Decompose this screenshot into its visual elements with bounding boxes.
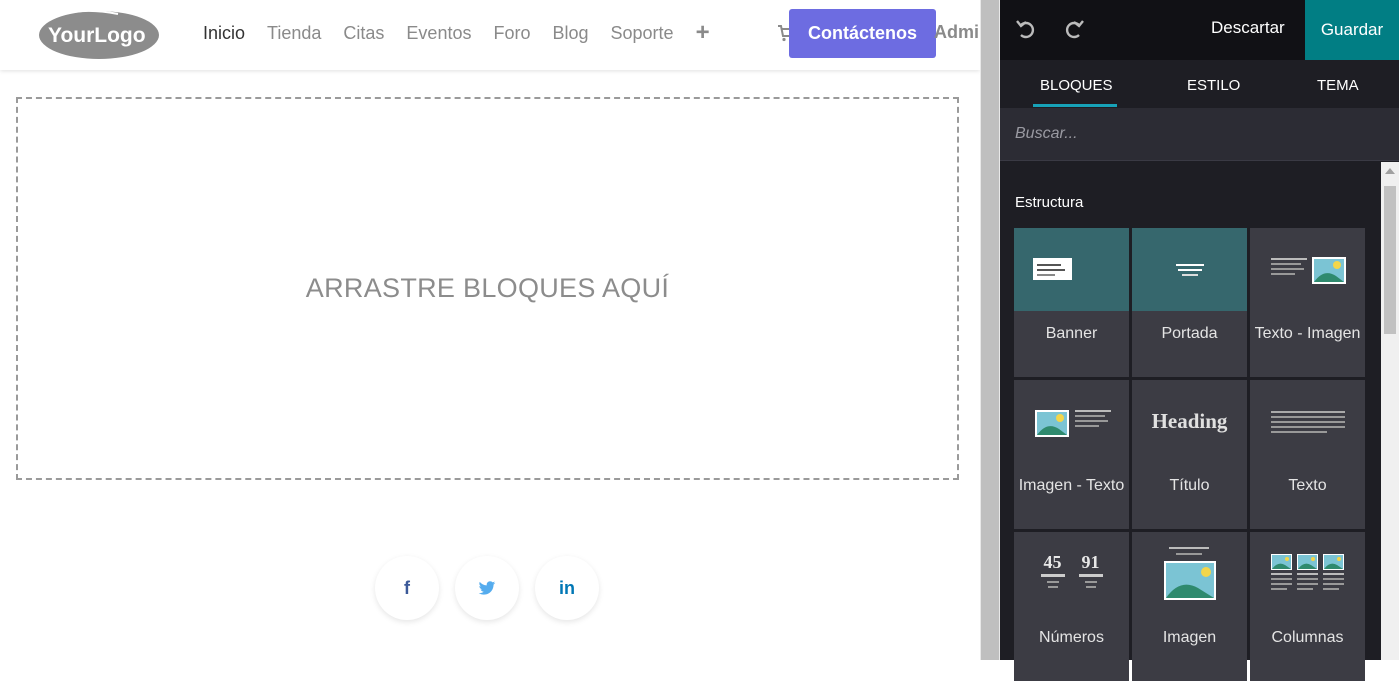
undo-icon[interactable] (1013, 16, 1039, 42)
title-preview-text: Heading (1151, 409, 1228, 433)
text-image-icon (1250, 228, 1365, 311)
block-label: Portada (1161, 325, 1218, 342)
block-search (1000, 108, 1399, 161)
editor-panel: Descartar Guardar BLOQUES ESTILO TEMA Es… (1000, 0, 1399, 681)
nav-item-inicio[interactable]: Inicio (203, 23, 245, 44)
block-image[interactable]: Imagen (1132, 532, 1247, 681)
dropzone-text: ARRASTRE BLOQUES AQUÍ (305, 273, 670, 303)
block-columns[interactable]: Columnas (1250, 532, 1365, 681)
website-preview: YourLogo Inicio Tienda Citas Eventos For… (0, 0, 980, 660)
add-menu-item-icon[interactable]: + (696, 21, 710, 45)
block-label: Números (1039, 629, 1104, 646)
nav-item-foro[interactable]: Foro (493, 23, 530, 44)
block-label: Texto - Imagen (1254, 325, 1361, 342)
nav-item-soporte[interactable]: Soporte (611, 23, 674, 44)
numbers-icon: 45 91 (1014, 532, 1129, 615)
title-icon: Heading (1132, 380, 1247, 463)
scroll-up-icon[interactable] (1385, 168, 1395, 174)
twitter-icon (478, 580, 496, 595)
nav-item-blog[interactable]: Blog (552, 23, 588, 44)
active-tab-indicator (1033, 104, 1117, 107)
site-nav: Inicio Tienda Citas Eventos Foro Blog So… (203, 20, 710, 46)
facebook-icon: f (404, 577, 410, 598)
twitter-button[interactable] (455, 556, 519, 620)
nav-item-citas[interactable]: Citas (343, 23, 384, 44)
logo-text: YourLogo (48, 24, 146, 47)
block-text-image[interactable]: Texto - Imagen (1250, 228, 1365, 377)
tab-tema[interactable]: TEMA (1317, 77, 1359, 94)
blocks-list: Estructura Banner Portada Texto - Imagen… (1000, 162, 1381, 681)
image-icon (1132, 532, 1247, 615)
block-title[interactable]: Heading Título (1132, 380, 1247, 529)
block-text[interactable]: Texto (1250, 380, 1365, 529)
block-label: Banner (1045, 325, 1098, 342)
block-label: Imagen (1162, 629, 1217, 646)
contact-us-button[interactable]: Contáctenos (789, 9, 936, 58)
site-logo[interactable]: YourLogo (38, 8, 160, 60)
site-navbar: YourLogo Inicio Tienda Citas Eventos For… (0, 0, 980, 70)
text-icon (1250, 380, 1365, 463)
block-label: Texto (1288, 477, 1327, 494)
block-cover[interactable]: Portada (1132, 228, 1247, 377)
tab-estilo[interactable]: ESTILO (1187, 77, 1240, 94)
linkedin-button[interactable]: in (535, 556, 599, 620)
discard-button[interactable]: Descartar (1211, 18, 1285, 38)
block-label: Columnas (1271, 629, 1344, 646)
cover-icon (1132, 228, 1247, 311)
editor-tabs: BLOQUES ESTILO TEMA (1000, 60, 1399, 108)
columns-icon (1250, 532, 1365, 615)
block-banner[interactable]: Banner (1014, 228, 1129, 377)
banner-icon (1014, 228, 1129, 311)
save-button[interactable]: Guardar (1305, 0, 1399, 60)
block-label: Imagen - Texto (1018, 477, 1125, 494)
block-dropzone[interactable]: ARRASTRE BLOQUES AQUÍ (16, 97, 959, 480)
facebook-button[interactable]: f (375, 556, 439, 620)
block-numbers[interactable]: 45 91 Números (1014, 532, 1129, 681)
site-scrollbar[interactable] (980, 0, 1000, 660)
admin-user-menu[interactable]: Admi (934, 22, 979, 43)
linkedin-icon: in (559, 577, 575, 598)
nav-item-eventos[interactable]: Eventos (406, 23, 471, 44)
panel-scrollbar-thumb[interactable] (1384, 186, 1396, 334)
panel-scrollbar[interactable] (1381, 162, 1399, 660)
editor-topbar: Descartar Guardar (1000, 0, 1399, 60)
search-input[interactable] (1000, 108, 1399, 160)
number-preview: 45 (1043, 552, 1062, 572)
image-text-icon (1014, 380, 1129, 463)
number-preview: 91 (1081, 552, 1100, 572)
section-title: Estructura (1015, 194, 1084, 211)
nav-item-tienda[interactable]: Tienda (267, 23, 321, 44)
tab-bloques[interactable]: BLOQUES (1040, 77, 1113, 94)
site-scrollbar-thumb[interactable] (981, 0, 999, 660)
block-image-text[interactable]: Imagen - Texto (1014, 380, 1129, 529)
redo-icon[interactable] (1061, 16, 1087, 42)
block-label: Título (1169, 477, 1210, 494)
